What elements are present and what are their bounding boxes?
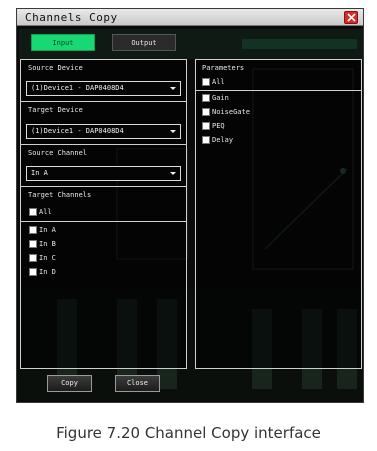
channels-copy-dialog: Channels Copy Input Output Source Device… [16,8,364,403]
param-label: Gain [212,94,229,102]
channel-checkbox-in-a[interactable] [29,226,37,234]
channel-checkbox-in-c[interactable] [29,254,37,262]
divider [21,221,186,222]
target-channels-label: Target Channels [28,191,92,199]
close-button[interactable]: Close [115,375,160,392]
parameters-label: Parameters [202,64,245,72]
source-channel-value: In A [31,169,48,177]
divider [196,90,361,91]
divider [21,186,186,187]
source-target-panel: Source Device (1)Device1 - DAP0408D4 Tar… [20,59,187,369]
channel-label: In D [39,268,56,276]
chevron-down-icon [170,172,176,175]
target-device-label: Target Device [28,106,83,114]
parameters-panel: Parameters All Gain NoiseGate PEQ Delay [195,59,362,369]
target-device-select[interactable]: (1)Device1 - DAP0408D4 [26,124,181,139]
parameters-all-label: All [212,78,225,86]
source-device-label: Source Device [28,64,83,72]
close-icon[interactable] [344,11,358,24]
source-channel-label: Source Channel [28,149,88,157]
source-device-select[interactable]: (1)Device1 - DAP0408D4 [26,81,181,96]
param-checkbox-delay[interactable] [202,136,210,144]
param-label: Delay [212,136,234,144]
source-channel-select[interactable]: In A [26,166,181,181]
channel-label: In C [39,254,56,262]
divider [21,101,186,102]
param-checkbox-noisegate[interactable] [202,108,210,116]
target-all-checkbox[interactable] [29,208,37,216]
param-label: PEQ [212,122,225,130]
tab-input[interactable]: Input [31,34,95,51]
divider [21,144,186,145]
channel-checkbox-in-b[interactable] [29,240,37,248]
copy-button[interactable]: Copy [47,375,92,392]
channel-checkbox-in-d[interactable] [29,268,37,276]
chevron-down-icon [170,87,176,90]
param-checkbox-peq[interactable] [202,122,210,130]
channel-label: In A [39,226,56,234]
dialog-title: Channels Copy [25,11,118,24]
target-device-value: (1)Device1 - DAP0408D4 [31,127,124,135]
parameters-all-checkbox[interactable] [202,78,210,86]
param-label: NoiseGate [212,108,250,116]
figure-caption: Figure 7.20 Channel Copy interface [56,424,321,442]
channel-label: In B [39,240,56,248]
source-device-value: (1)Device1 - DAP0408D4 [31,84,124,92]
tab-output[interactable]: Output [112,34,176,51]
title-bar[interactable]: Channels Copy [17,9,363,26]
target-all-label: All [39,208,52,216]
chevron-down-icon [170,130,176,133]
param-checkbox-gain[interactable] [202,94,210,102]
